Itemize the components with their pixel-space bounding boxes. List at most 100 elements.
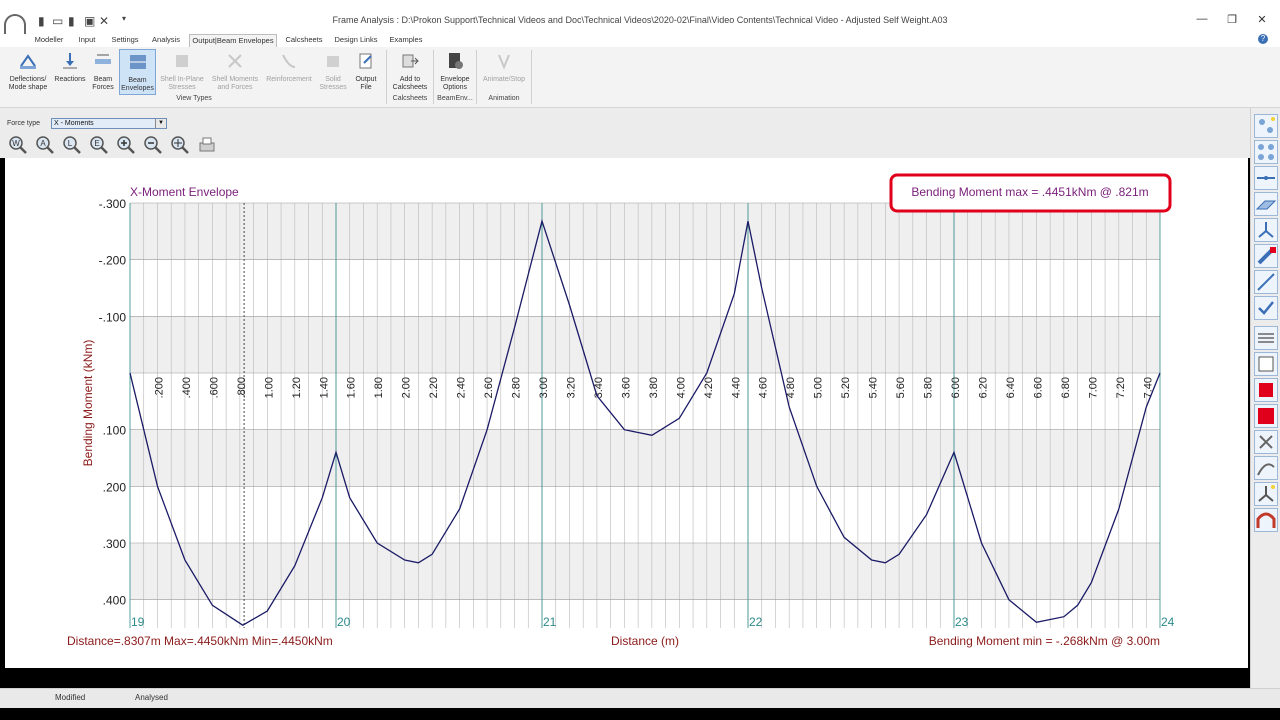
grid-band (130, 486, 1160, 543)
y-tick-label: .300 (103, 537, 127, 551)
node-icon[interactable] (1254, 114, 1278, 138)
beam-envelopes-button[interactable]: Beam Envelopes (119, 49, 156, 95)
check-icon[interactable] (1254, 296, 1278, 320)
group-label-animation: Animation (488, 95, 520, 102)
reinforcement-button[interactable]: Reinforcement (263, 49, 315, 95)
shell-icon[interactable] (1254, 192, 1278, 216)
x-tick-label: 4.00 (675, 377, 687, 398)
screen-edge (0, 708, 1280, 720)
beam-forces-icon (95, 54, 111, 64)
ribbon-separator (531, 50, 532, 104)
close-button[interactable]: ✕ (1250, 13, 1274, 29)
reactions-button[interactable]: Reactions (53, 49, 87, 95)
x-tick-label: 7.00 (1087, 377, 1099, 398)
minimize-button[interactable]: — (1190, 13, 1214, 29)
moment-envelope-chart[interactable]: -.300 -.200 -.100 .100 .200 .300 .400 .200 .400… (5, 158, 1248, 668)
x-tick-label: .600 (208, 377, 220, 398)
output-file-button[interactable]: Output File (350, 49, 382, 95)
x-tick-label: 3.00 (538, 377, 550, 398)
tab-settings[interactable]: Settings (106, 34, 144, 47)
x-tick-label: 5.80 (923, 377, 935, 398)
material-icon[interactable] (1254, 404, 1278, 428)
x-tick-label: 2.20 (428, 377, 440, 398)
group-label-calcsheets: Calcsheets (392, 95, 428, 102)
chart-canvas[interactable]: -.300 -.200 -.100 .100 .200 .300 .400 .200 .400… (5, 158, 1248, 668)
chevron-down-icon[interactable]: ▼ (155, 119, 166, 128)
member-icon[interactable] (1254, 166, 1278, 190)
force-type-value: X - Moments (54, 120, 94, 127)
distributed-load-icon[interactable] (1254, 270, 1278, 294)
node-label: 19 (131, 615, 145, 629)
grid-band (130, 543, 1160, 600)
svg-text:E: E (94, 139, 99, 148)
x-tick-label: 6.00 (950, 377, 962, 398)
add-to-calcsheets-button[interactable]: Add to Calcsheets (389, 49, 431, 95)
chart-title: X-Moment Envelope (130, 185, 239, 199)
x-tick-label: 4.20 (703, 377, 715, 398)
load-icon[interactable] (1254, 244, 1278, 268)
support-icon[interactable] (1254, 218, 1278, 242)
tab-calcsheets[interactable]: Calcsheets (282, 34, 326, 47)
y-axis-label: Bending Moment (kNm) (81, 340, 95, 467)
layers-icon[interactable] (1254, 326, 1278, 350)
shell-stress-icon (176, 55, 188, 67)
max-moment-label: Bending Moment max = .4451kNm @ .821m (911, 185, 1148, 199)
help-icon[interactable]: ? (1258, 34, 1268, 44)
shell-moments-icon (228, 54, 242, 68)
spring-icon[interactable] (1254, 456, 1278, 480)
x-tick-label: 4.60 (758, 377, 770, 398)
tab-modeller[interactable]: Modeller (30, 34, 68, 47)
min-moment-label: Bending Moment min = -.268kNm @ 3.00m (929, 634, 1160, 648)
arch-icon[interactable] (1254, 508, 1278, 532)
force-type-select[interactable]: X - Moments ▼ (51, 118, 167, 129)
animate-stop-button[interactable]: Animate/Stop (480, 49, 528, 95)
right-toolbar (1250, 108, 1280, 688)
ribbon: Deflections/ Mode shape Reactions Beam F… (0, 47, 1280, 108)
x-tick-label: 7.20 (1115, 377, 1127, 398)
deflections-button[interactable]: Deflections/ Mode shape (4, 49, 52, 95)
y-tick-label: -.200 (99, 254, 127, 268)
menu-tabs: Modeller Input Settings Analysis Output|… (0, 34, 1280, 47)
animate-icon (498, 54, 510, 70)
shell-moments-button[interactable]: Shell Moments and Forces (209, 49, 261, 95)
node-label: 22 (749, 615, 763, 629)
zoom-out-icon[interactable] (143, 135, 163, 155)
tab-design-links[interactable]: Design Links (332, 34, 380, 47)
frame-icon[interactable] (1254, 352, 1278, 376)
zoom-extents-icon[interactable]: E (89, 135, 109, 155)
tab-examples[interactable]: Examples (386, 34, 426, 47)
x-tick-label: 2.80 (511, 377, 523, 398)
x-tick-label: 6.60 (1032, 377, 1044, 398)
tab-analysis[interactable]: Analysis (148, 34, 184, 47)
pan-icon[interactable] (170, 135, 190, 155)
x-tick-label: 2.00 (401, 377, 413, 398)
envelope-options-button[interactable]: Envelope Options (436, 49, 474, 95)
select-nodes-icon[interactable] (1254, 140, 1278, 164)
shell-inplane-button[interactable]: Shell In-Plane Stresses (158, 49, 206, 95)
delete-icon[interactable] (1254, 430, 1278, 454)
x-tick-label: 6.40 (1005, 377, 1017, 398)
release-icon[interactable] (1254, 482, 1278, 506)
x-axis-label: Distance (m) (611, 634, 679, 648)
beam-forces-button[interactable]: Beam Forces (88, 49, 118, 95)
x-tick-label: 2.60 (483, 377, 495, 398)
x-tick-label: 1.80 (373, 377, 385, 398)
print-icon[interactable] (197, 135, 217, 155)
x-tick-label: 1.40 (318, 377, 330, 398)
zoom-window-icon[interactable]: W (8, 135, 28, 155)
grid-band (130, 316, 1160, 373)
zoom-all-icon[interactable]: A (35, 135, 55, 155)
tab-input[interactable]: Input (72, 34, 102, 47)
tab-output-beam-envelopes[interactable]: Output|Beam Envelopes (189, 34, 277, 47)
section-icon[interactable] (1254, 378, 1278, 402)
zoom-last-icon[interactable]: L (62, 135, 82, 155)
x-tick-label: 2.40 (456, 377, 468, 398)
solid-stresses-button[interactable]: Solid Stresses (317, 49, 349, 95)
output-file-icon (359, 53, 372, 69)
restore-button[interactable]: ❐ (1220, 13, 1244, 29)
zoom-in-icon[interactable] (116, 135, 136, 155)
beam-envelopes-icon (129, 55, 146, 69)
x-tick-label: 1.00 (263, 377, 275, 398)
add-calcsheet-icon (402, 54, 419, 68)
grid-band (130, 429, 1160, 487)
